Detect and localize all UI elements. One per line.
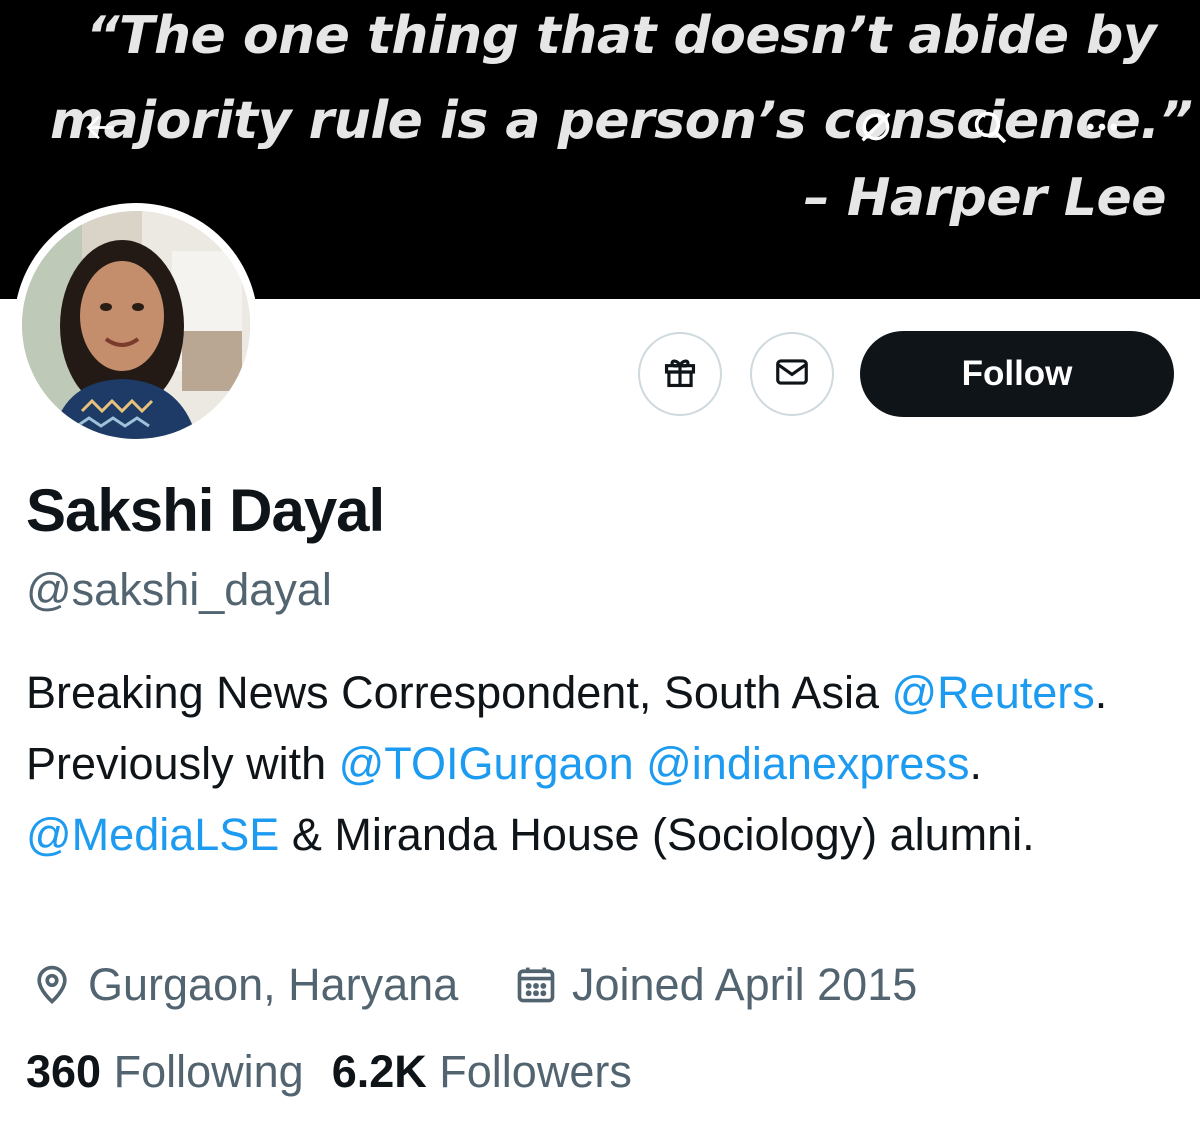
bio-text: & Miranda House (Sociology) alumni. — [279, 809, 1035, 860]
joined-text: Joined April 2015 — [572, 959, 918, 1010]
location-pin-icon — [30, 963, 74, 1007]
gift-icon — [661, 353, 699, 396]
link-off-icon[interactable] — [846, 97, 906, 157]
arrow-left-icon[interactable] — [70, 97, 130, 157]
search-icon[interactable] — [960, 97, 1020, 157]
banner-quote-author: – Harper Lee — [803, 168, 1167, 228]
mention-indianexpress[interactable]: @indianexpress — [646, 738, 969, 789]
following-label: Following — [113, 1046, 304, 1097]
mention-reuters[interactable]: @Reuters — [891, 667, 1094, 718]
bio-text: Breaking News Correspondent, South Asia — [26, 667, 892, 718]
following-count: 360 — [26, 1046, 102, 1097]
envelope-icon — [773, 353, 811, 396]
bio-text: . — [969, 738, 982, 789]
gift-button[interactable] — [638, 332, 722, 416]
more-icon[interactable] — [1072, 97, 1132, 157]
avatar[interactable] — [14, 203, 258, 447]
profile-photo — [22, 211, 250, 439]
banner-quote-line-1: “The one thing that doesn’t abide by — [86, 6, 1157, 66]
join-date: Joined April 2015 — [514, 955, 917, 1015]
followers-link[interactable]: 6.2K Followers — [332, 1046, 632, 1097]
message-button[interactable] — [750, 332, 834, 416]
bio-text — [634, 738, 647, 789]
follow-button[interactable]: Follow — [860, 331, 1174, 417]
mention-medialse[interactable]: @MediaLSE — [26, 809, 279, 860]
mention-toigurgaon[interactable]: @TOIGurgaon — [339, 738, 634, 789]
banner-quote-line-2: majority rule is a person’s conscience.” — [50, 91, 1193, 151]
following-link[interactable]: 360 Following — [26, 1046, 304, 1097]
followers-label: Followers — [439, 1046, 632, 1097]
display-name: Sakshi Dayal — [26, 477, 385, 544]
username-handle: @sakshi_dayal — [26, 564, 332, 615]
location-text: Gurgaon, Haryana — [88, 959, 459, 1010]
calendar-icon — [514, 963, 558, 1007]
location: Gurgaon, Haryana — [30, 955, 458, 1015]
follow-counts: 360 Following 6.2K Followers — [26, 1046, 660, 1098]
followers-count: 6.2K — [331, 1046, 427, 1097]
bio: Breaking News Correspondent, South Asia … — [26, 657, 1186, 870]
